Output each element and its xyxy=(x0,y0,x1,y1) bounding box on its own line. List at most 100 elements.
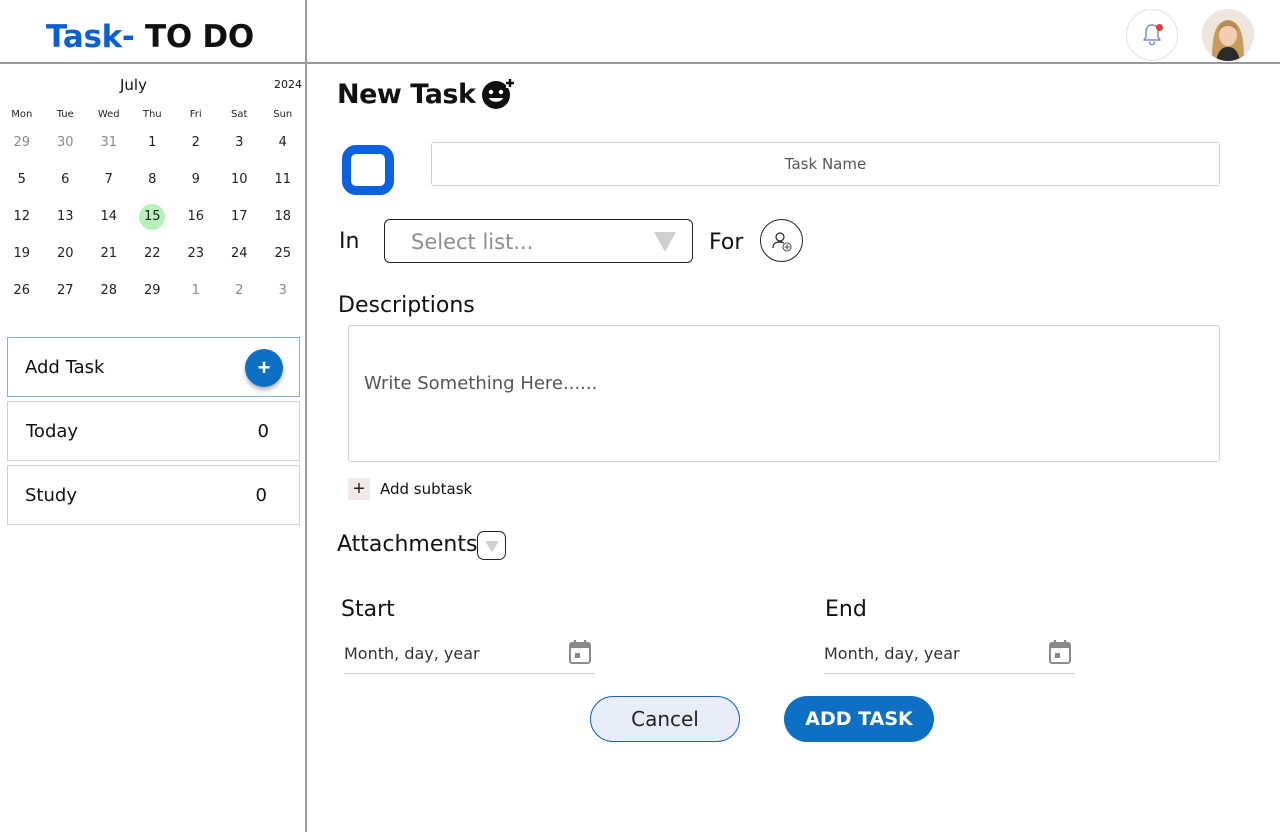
description-textarea[interactable]: Write Something Here...... xyxy=(348,325,1220,462)
calendar-icon[interactable] xyxy=(567,638,593,666)
weekday-label: Sat xyxy=(231,108,248,120)
calendar-day[interactable]: 2 xyxy=(174,124,218,161)
calendar-day[interactable]: 16 xyxy=(174,198,218,235)
weekday-label: Mon xyxy=(11,108,33,120)
descriptions-label: Descriptions xyxy=(338,293,475,318)
end-date-placeholder: Month, day, year xyxy=(824,644,960,663)
add-user-icon xyxy=(771,231,792,252)
calendar-day[interactable]: 9 xyxy=(174,161,218,198)
calendar-week: 19 20 21 22 23 24 25 xyxy=(0,235,305,272)
sidebar-item-study[interactable]: Study 0 xyxy=(7,465,300,525)
emoji-add-icon xyxy=(482,78,515,109)
app-logo: Task- TO DO xyxy=(46,19,254,55)
calendar-day[interactable]: 12 xyxy=(0,198,44,235)
calendar-days: 29 30 31 1 2 3 4 5 6 7 8 9 10 11 12 13 1… xyxy=(0,124,305,309)
start-label: Start xyxy=(341,597,395,622)
calendar-day[interactable]: 31 xyxy=(87,124,131,161)
calendar-day[interactable]: 4 xyxy=(261,124,305,161)
calendar-day[interactable]: 3 xyxy=(261,272,305,309)
avatar-image xyxy=(1202,9,1254,61)
calendar-day[interactable]: 2 xyxy=(218,272,262,309)
sidebar-item-label: Study xyxy=(25,484,77,506)
weekday-label: Sun xyxy=(273,108,293,120)
calendar-day[interactable]: 14 xyxy=(87,198,131,235)
for-label: For xyxy=(709,230,744,255)
calendar-day[interactable]: 20 xyxy=(44,235,88,272)
calendar-day-selected[interactable]: 15 xyxy=(131,198,175,235)
chevron-down-icon xyxy=(484,540,499,552)
header-divider xyxy=(0,62,1280,64)
weekday-label: Tue xyxy=(56,108,74,120)
attachments-label: Attachments xyxy=(337,532,478,557)
notification-button[interactable] xyxy=(1126,9,1178,61)
assign-user-button[interactable] xyxy=(760,219,803,262)
calendar-day[interactable]: 10 xyxy=(218,161,262,198)
calendar-day[interactable]: 1 xyxy=(174,272,218,309)
start-date-placeholder: Month, day, year xyxy=(344,644,480,663)
calendar-week: 29 30 31 1 2 3 4 xyxy=(0,124,305,161)
calendar-day[interactable]: 17 xyxy=(218,198,262,235)
calendar-day[interactable]: 5 xyxy=(0,161,44,198)
calendar-day[interactable]: 22 xyxy=(131,235,175,272)
calendar-day[interactable]: 19 xyxy=(0,235,44,272)
sidebar-divider xyxy=(305,0,307,832)
end-label: End xyxy=(825,597,867,622)
task-complete-checkbox[interactable] xyxy=(342,145,394,195)
sidebar-item-today[interactable]: Today 0 xyxy=(7,401,300,461)
calendar-year: 2024 xyxy=(274,78,302,91)
calendar-day[interactable]: 11 xyxy=(261,161,305,198)
sidebar-item-count: 0 xyxy=(255,484,267,506)
calendar-day[interactable]: 29 xyxy=(131,272,175,309)
calendar-day[interactable]: 28 xyxy=(87,272,131,309)
in-label: In xyxy=(339,229,360,254)
calendar-month: July xyxy=(120,76,147,94)
list-select-placeholder: Select list... xyxy=(411,230,534,254)
calendar-day[interactable]: 27 xyxy=(44,272,88,309)
calendar-day[interactable]: 13 xyxy=(44,198,88,235)
add-task-button[interactable]: ADD TASK xyxy=(784,696,934,742)
calendar-day[interactable]: 7 xyxy=(87,161,131,198)
logo-text: TO DO xyxy=(134,19,254,55)
calendar-week: 12 13 14 15 16 17 18 xyxy=(0,198,305,235)
description-placeholder: Write Something Here...... xyxy=(364,373,598,394)
calendar-week: 5 6 7 8 9 10 11 xyxy=(0,161,305,198)
end-date-input[interactable]: Month, day, year xyxy=(824,634,1075,674)
calendar-day[interactable]: 30 xyxy=(44,124,88,161)
calendar-day[interactable]: 3 xyxy=(218,124,262,161)
task-name-input[interactable]: Task Name xyxy=(431,142,1220,186)
calendar-day[interactable]: 23 xyxy=(174,235,218,272)
calendar-day[interactable]: 29 xyxy=(0,124,44,161)
calendar-day[interactable]: 8 xyxy=(131,161,175,198)
sidebar-item-count: 0 xyxy=(257,420,269,442)
calendar-day[interactable]: 21 xyxy=(87,235,131,272)
avatar[interactable] xyxy=(1202,9,1254,61)
calendar-day[interactable]: 1 xyxy=(131,124,175,161)
plus-icon[interactable]: + xyxy=(245,349,283,387)
attachments-toggle[interactable] xyxy=(477,531,506,560)
add-task-label: Add Task xyxy=(25,356,105,378)
add-subtask-label: Add subtask xyxy=(380,480,473,498)
logo-accent: Task- xyxy=(46,19,135,55)
dropdown-arrow-icon xyxy=(654,232,676,252)
cancel-button[interactable]: Cancel xyxy=(590,696,740,742)
add-task-item[interactable]: Add Task + xyxy=(7,337,300,397)
notification-dot xyxy=(1156,24,1163,31)
calendar-day[interactable]: 6 xyxy=(44,161,88,198)
weekday-label: Thu xyxy=(142,108,162,120)
add-subtask-button[interactable]: + Add subtask xyxy=(348,478,472,500)
calendar-day[interactable]: 18 xyxy=(261,198,305,235)
calendar: Mon Tue Wed Thu Fri Sat Sun 29 30 31 1 2… xyxy=(0,104,305,309)
calendar-icon[interactable] xyxy=(1047,638,1073,666)
weekday-label: Fri xyxy=(189,108,202,120)
calendar-day[interactable]: 24 xyxy=(218,235,262,272)
calendar-week: 26 27 28 29 1 2 3 xyxy=(0,272,305,309)
sidebar-item-label: Today xyxy=(26,420,79,442)
weekday-label: Wed xyxy=(97,108,120,120)
calendar-weekdays: Mon Tue Wed Thu Fri Sat Sun xyxy=(0,104,305,124)
calendar-day[interactable]: 26 xyxy=(0,272,44,309)
list-select[interactable]: Select list... xyxy=(384,219,693,263)
start-date-input[interactable]: Month, day, year xyxy=(344,634,595,674)
plus-icon: + xyxy=(348,478,370,500)
selected-day-marker: 15 xyxy=(139,203,166,230)
calendar-day[interactable]: 25 xyxy=(261,235,305,272)
